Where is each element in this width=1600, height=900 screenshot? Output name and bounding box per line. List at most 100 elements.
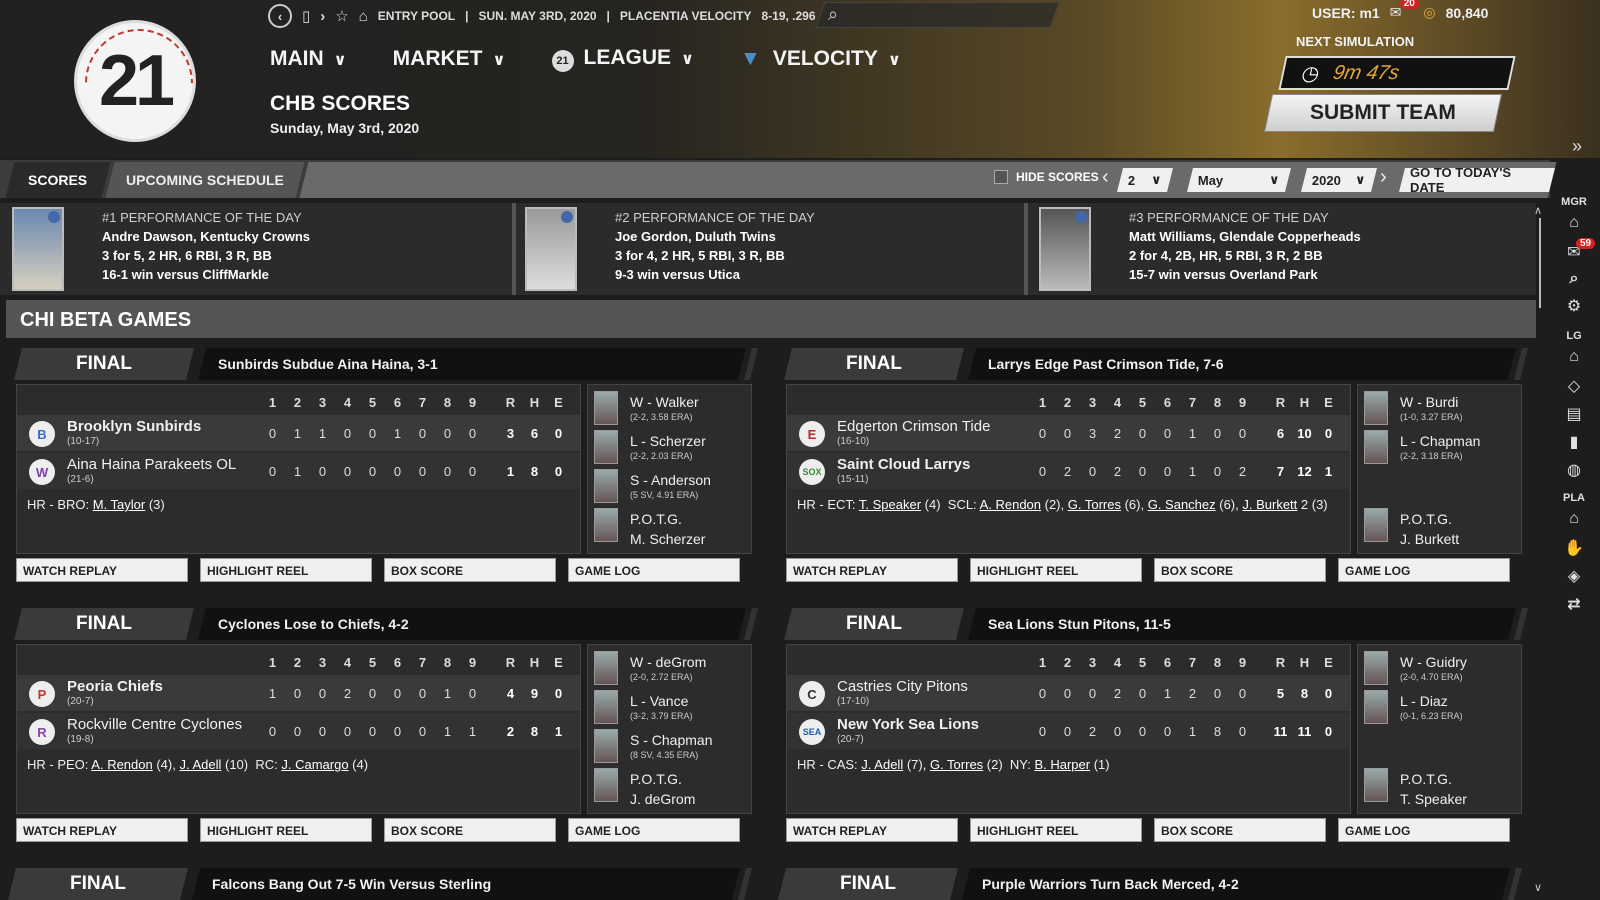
league-home-icon[interactable]: ⌂ — [1552, 348, 1596, 366]
next-date-icon[interactable]: › — [1380, 166, 1387, 189]
standings-icon[interactable]: ▤ — [1552, 404, 1596, 424]
team-name[interactable]: PLACENTIA VELOCITY — [620, 9, 752, 23]
day-select[interactable]: 2 ∨ — [1117, 168, 1173, 192]
home-icon[interactable]: ⌂ — [359, 8, 368, 25]
user-label[interactable]: USER: m1 — [1312, 5, 1380, 21]
game-headline[interactable]: Purple Warriors Turn Back Merced, 4-2 — [962, 868, 1510, 900]
game-headline[interactable]: Larrys Edge Past Crimson Tide, 7-6 — [968, 348, 1516, 380]
diamond-icon[interactable]: ◇ — [1552, 376, 1596, 396]
pitcher-item[interactable]: L - Chapman (2-2, 3.18 ERA) — [1364, 428, 1524, 464]
go-to-today-button[interactable]: GO TO TODAY'S DATE — [1399, 165, 1555, 195]
nav-market[interactable]: MARKET ∨ — [393, 47, 506, 71]
box-score-button[interactable]: BOX SCORE — [384, 558, 556, 582]
trade-icon[interactable]: ⇄ — [1552, 594, 1596, 614]
player-home-icon[interactable]: ⌂ — [1552, 510, 1596, 528]
back-icon[interactable]: ‹ — [268, 4, 292, 28]
search-icon[interactable]: ⌕ — [828, 4, 838, 25]
highlight-reel-button[interactable]: HIGHLIGHT REEL — [200, 818, 372, 842]
inbox-icon[interactable]: ✉ 59 — [1552, 238, 1596, 262]
player-link[interactable]: J. Burkett — [1242, 497, 1297, 512]
scroll-up-icon[interactable]: ∧ — [1534, 204, 1542, 217]
mail-icon[interactable]: ✉ 20 — [1390, 0, 1419, 21]
scroll-thumb[interactable] — [1539, 218, 1541, 308]
star-icon[interactable]: ☆ — [335, 7, 348, 25]
submit-team-button[interactable]: SUBMIT TEAM — [1263, 94, 1503, 132]
pitcher-item[interactable]: P.O.T.G. T. Speaker — [1364, 766, 1524, 807]
bookmark-icon[interactable]: ▯ — [302, 7, 310, 25]
pitcher-item[interactable]: P.O.T.G. J. deGrom — [594, 766, 754, 807]
pitcher-item[interactable]: L - Vance (3-2, 3.79 ERA) — [594, 688, 754, 724]
league-name[interactable]: ENTRY POOL — [378, 9, 455, 23]
pitcher-item[interactable]: W - Walker (2-2, 3.58 ERA) — [594, 389, 754, 425]
watch-replay-button[interactable]: WATCH REPLAY — [16, 818, 188, 842]
month-select[interactable]: May ∨ — [1187, 168, 1291, 192]
hide-scores-checkbox[interactable] — [994, 170, 1008, 184]
box-score-button[interactable]: BOX SCORE — [1154, 558, 1326, 582]
watch-replay-button[interactable]: WATCH REPLAY — [786, 818, 958, 842]
performance-1[interactable]: #1 PERFORMANCE OF THE DAY Andre Dawson, … — [12, 203, 310, 295]
game-headline[interactable]: Sunbirds Subdue Aina Haina, 3-1 — [198, 348, 746, 380]
search-icon[interactable]: ⌕ — [1552, 270, 1596, 288]
highlight-reel-button[interactable]: HIGHLIGHT REEL — [970, 818, 1142, 842]
pitcher-item[interactable]: W - Burdi (1-0, 3.27 ERA) — [1364, 389, 1524, 425]
team-row[interactable]: SEA New York Sea Lions (20-7) 0020001801… — [787, 713, 1350, 749]
home-icon[interactable]: ⌂ — [1552, 214, 1596, 232]
team-row[interactable]: P Peoria Chiefs (20-7) 100200010490 — [17, 675, 580, 711]
pitcher-item[interactable]: W - deGrom (2-0, 2.72 ERA) — [594, 649, 754, 685]
team-row[interactable]: B Brooklyn Sunbirds (10-17) 011001000360 — [17, 415, 580, 451]
player-link[interactable]: G. Sanchez — [1148, 497, 1216, 512]
pitcher-item[interactable]: S - Anderson (5 SV, 4.91 ERA) — [594, 467, 754, 503]
team-row[interactable]: E Edgerton Crimson Tide (16-10) 00320010… — [787, 415, 1350, 451]
nav-velocity[interactable]: ▼ VELOCITY ∨ — [740, 47, 901, 71]
game-log-button[interactable]: GAME LOG — [568, 818, 740, 842]
stats-chart-icon[interactable]: ▮ — [1552, 432, 1596, 452]
player-link[interactable]: J. Adell — [861, 757, 903, 772]
pitcher-item[interactable]: P.O.T.G. M. Scherzer — [594, 506, 754, 547]
player-link[interactable]: A. Rendon — [91, 757, 152, 772]
team-row[interactable]: C Castries City Pitons (17-10) 0 0 0 2 0 1 2 0 0… — [787, 675, 1350, 711]
box-score-button[interactable]: BOX SCORE — [384, 818, 556, 842]
scroll-down-icon[interactable]: ∨ — [1534, 881, 1542, 894]
player-link[interactable]: M. Taylor — [93, 497, 146, 512]
tab-scores[interactable]: SCORES — [5, 162, 111, 198]
pitcher-item[interactable]: L - Scherzer (2-2, 2.03 ERA) — [594, 428, 754, 464]
game-headline[interactable]: Sea Lions Stun Pitons, 11-5 — [968, 608, 1516, 640]
performance-2[interactable]: #2 PERFORMANCE OF THE DAY Joe Gordon, Du… — [525, 203, 815, 295]
baseball-icon[interactable]: ◍ — [1552, 460, 1596, 480]
box-score-button[interactable]: BOX SCORE — [1154, 818, 1326, 842]
team-row[interactable]: W Aina Haina Parakeets OL (21-6) 0 1 0 0 0 0 0… — [17, 453, 580, 489]
player-link[interactable]: B. Harper — [1034, 757, 1090, 772]
prev-date-icon[interactable]: ‹ — [1102, 166, 1109, 189]
field-icon[interactable]: ◈ — [1552, 566, 1596, 586]
highlight-reel-button[interactable]: HIGHLIGHT REEL — [200, 558, 372, 582]
game-headline[interactable]: Falcons Bang Out 7-5 Win Versus Sterling — [192, 868, 740, 900]
team-row[interactable]: SOX Saint Cloud Larrys (15-11) 0 2 0 2 0 0 1 0 2… — [787, 453, 1350, 489]
year-select[interactable]: 2020 ∨ — [1301, 168, 1377, 192]
player-link[interactable]: A. Rendon — [980, 497, 1041, 512]
pitcher-item[interactable]: P.O.T.G. J. Burkett — [1364, 506, 1524, 547]
pitcher-item[interactable]: W - Guidry (2-0, 4.70 ERA) — [1364, 649, 1524, 685]
nav-league[interactable]: 21 LEAGUE ∨ — [551, 46, 694, 72]
player-link[interactable]: J. Camargo — [281, 757, 348, 772]
app-logo[interactable]: 21 — [74, 20, 196, 142]
player-link[interactable]: G. Torres — [930, 757, 983, 772]
hide-scores-toggle[interactable]: HIDE SCORES — [994, 170, 1099, 184]
player-link[interactable]: T. Speaker — [859, 497, 921, 512]
team-row[interactable]: R Rockville Centre Cyclones (19-8) 0 0 0 0 0… — [17, 713, 580, 749]
pitcher-item[interactable]: S - Chapman (8 SV, 4.35 ERA) — [594, 727, 754, 763]
scrollbar[interactable]: ∧ ∨ — [1534, 204, 1546, 894]
player-link[interactable]: J. Adell — [179, 757, 221, 772]
game-log-button[interactable]: GAME LOG — [568, 558, 740, 582]
search-input[interactable] — [815, 2, 1060, 28]
nav-main[interactable]: MAIN ∨ — [270, 47, 347, 71]
game-headline[interactable]: Cyclones Lose to Chiefs, 4-2 — [198, 608, 746, 640]
tab-upcoming-schedule[interactable]: UPCOMING SCHEDULE — [105, 162, 305, 198]
gear-icon[interactable]: ⚙ — [1552, 296, 1596, 316]
hand-icon[interactable]: ✋ — [1552, 538, 1596, 558]
game-log-button[interactable]: GAME LOG — [1338, 818, 1510, 842]
pitcher-item[interactable]: L - Diaz (0-1, 6.23 ERA) — [1364, 688, 1524, 724]
player-link[interactable]: G. Torres — [1068, 497, 1121, 512]
watch-replay-button[interactable]: WATCH REPLAY — [16, 558, 188, 582]
forward-icon[interactable]: › — [320, 8, 325, 25]
watch-replay-button[interactable]: WATCH REPLAY — [786, 558, 958, 582]
